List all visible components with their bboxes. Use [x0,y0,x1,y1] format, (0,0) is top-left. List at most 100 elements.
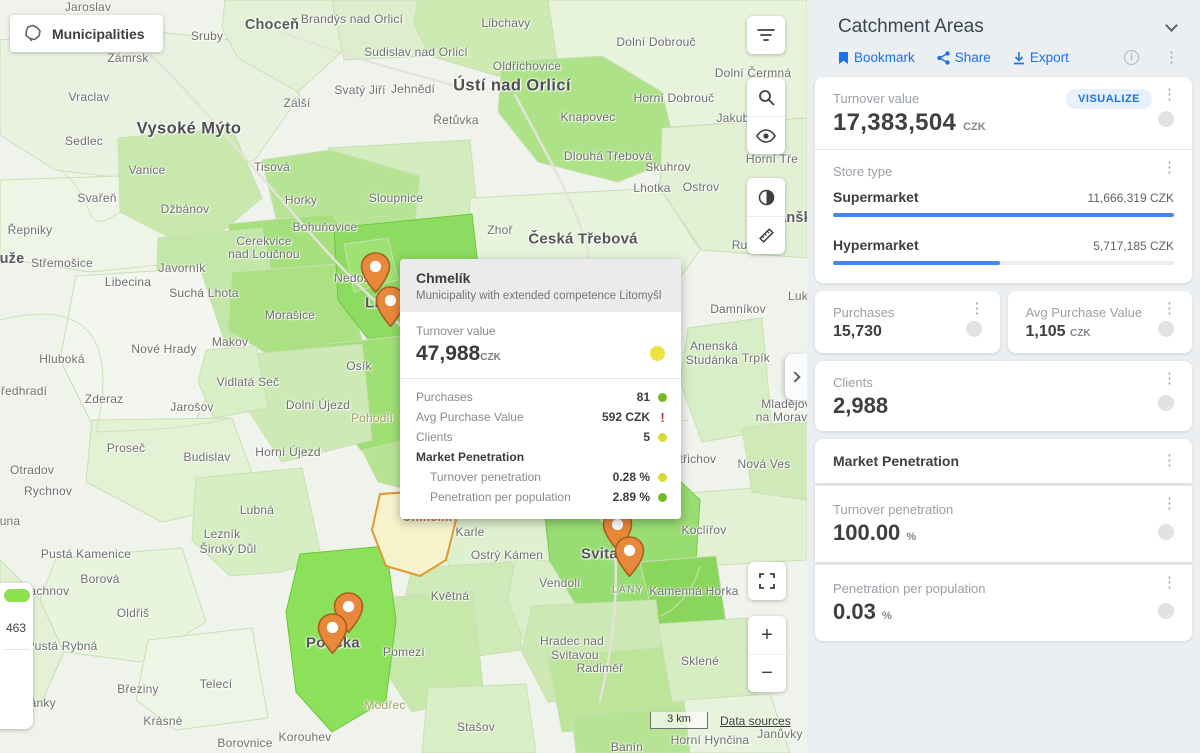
panel-collapse-tab[interactable] [785,354,807,400]
avg-purchase-label: Avg Purchase Value [1026,305,1175,320]
market-penetration-header: Market Penetration ⋮ [815,439,1192,483]
map-toggle-dot[interactable] [1158,321,1174,337]
store-type-row-hypermarket: Hypermarket 5,717,185 CZK [815,231,1192,283]
bookmark-button[interactable]: Bookmark [838,50,915,65]
kebab-menu-icon[interactable]: ⋮ [1159,371,1180,386]
kebab-menu-icon[interactable]: ⋮ [1159,301,1180,316]
chevron-right-icon [789,371,800,382]
zoom-controls: + − [748,616,786,692]
turnover-penetration-row: Turnover penetration 100.00 % ⋮ [815,486,1192,562]
bar-fill [833,213,1174,217]
percent-unit: % [882,610,892,622]
tooltip-turnover-section: Turnover value 47,988CZK [400,312,681,378]
metric-value: 81 [637,390,650,404]
search-button[interactable] [747,78,785,116]
data-sources-link[interactable]: Data sources [720,714,791,728]
export-icon [1013,51,1025,65]
bar-fill [833,261,1000,265]
tooltip-metric-row: Clients5 [416,427,667,447]
map-toggle-dot[interactable] [1158,395,1174,411]
metric-value: 2.89 % [613,490,650,504]
export-button[interactable]: Export [1013,50,1069,65]
status-dot-yellow [650,346,665,361]
metric-value: 592 CZK [602,410,650,424]
filter-icon [757,28,775,42]
divider [4,649,30,650]
bookmark-label: Bookmark [854,50,915,65]
store-type-section: Store type ⋮ [815,150,1192,183]
market-penetration-title: Market Penetration [815,439,1192,483]
tooltip-header: Chmelík Municipality with extended compe… [400,259,681,312]
panel-actions: Bookmark Share Export i ⋮ [807,38,1200,65]
chevron-down-icon[interactable] [1165,19,1178,32]
alert-icon: ! [658,413,667,422]
search-eye-controls [747,78,785,154]
metric-label: Turnover penetration [416,470,613,484]
status-dot-yellow [658,433,667,442]
zoom-out-button[interactable]: − [748,654,786,692]
bookmark-icon [838,51,849,65]
search-icon [758,89,775,106]
measure-button[interactable] [747,216,785,254]
filter-button[interactable] [747,16,785,54]
tooltip-metric-unit: CZK [480,352,501,363]
tooltip-metric-value: 47,988CZK [416,342,665,366]
purchases-label: Purchases [833,305,982,320]
zoom-in-button[interactable]: + [748,616,786,654]
store-name: Hypermarket [833,237,919,253]
visibility-button[interactable] [747,116,785,154]
status-dot-green [658,493,667,502]
map-toggle-dot[interactable] [1158,603,1174,619]
tooltip-metric-label: Turnover value [416,324,665,338]
purchases-value: 15,730 [833,323,982,341]
map-pin[interactable] [614,536,645,577]
tooltip-metric-row: Turnover penetration0.28 % [416,467,667,487]
style-measure-controls [747,178,785,254]
map-canvas[interactable]: JaroslavChoceňBrandýs nad OrlicíLibchavy… [0,0,807,753]
metric-label: Clients [416,430,643,444]
legend-value: 463 [6,621,26,635]
kebab-menu-icon[interactable]: ⋮ [1159,160,1180,175]
contrast-button[interactable] [747,178,785,216]
kebab-menu-icon[interactable]: ⋮ [1159,575,1180,590]
page-title: Catchment Areas [838,16,984,38]
clients-value: 2,988 [833,393,1174,419]
turnover-section: Turnover value 17,383,504 CZK VISUALIZE … [815,77,1192,149]
avg-purchase-section: Avg Purchase Value 1,105 CZK ⋮ [1008,291,1193,353]
avg-purchase-card: Avg Purchase Value 1,105 CZK ⋮ [1008,291,1193,353]
visualize-badge[interactable]: VISUALIZE [1066,89,1152,109]
fullscreen-button[interactable] [748,562,786,600]
tooltip-metric-row: Avg Purchase Value592 CZK! [416,407,667,427]
app-root: JaroslavChoceňBrandýs nad OrlicíLibchavy… [0,0,1200,753]
status-dot-green [658,393,667,402]
side-panel: Catchment Areas Bookmark Share Expo [807,0,1200,753]
map-toggle-dot[interactable] [966,321,982,337]
kebab-menu-icon[interactable]: ⋮ [1159,496,1180,511]
metric-label: Purchases [416,390,637,404]
avg-purchase-value: 1,105 CZK [1026,323,1175,341]
tooltip-metric-row: Penetration per population2.89 % [416,487,667,507]
metric-value: 5 [643,430,650,444]
eye-icon [756,129,776,143]
filter-control [747,16,785,54]
turnover-unit: CZK [963,121,986,133]
kebab-menu-icon[interactable]: ⋮ [1161,50,1182,65]
status-dot-yellow [658,473,667,482]
store-type-label: Store type [833,164,1174,179]
store-name: Supermarket [833,189,919,205]
share-button[interactable]: Share [937,50,991,65]
municipalities-button[interactable]: Municipalities [10,15,163,52]
kebab-menu-icon[interactable]: ⋮ [1159,87,1180,102]
avg-purchase-unit: CZK [1070,328,1091,339]
kebab-menu-icon[interactable]: ⋮ [1159,453,1180,468]
metric-label: Penetration per population [416,490,613,504]
map-tooltip: Chmelík Municipality with extended compe… [400,259,681,519]
panel-header: Catchment Areas [807,0,1200,38]
map-toggle-dot[interactable] [1158,524,1174,540]
turnover-penetration-label: Turnover penetration [833,502,1174,517]
kebab-menu-icon[interactable]: ⋮ [967,301,988,316]
ruler-icon [758,227,775,244]
map-toggle-dot[interactable] [1158,111,1174,127]
map-pin[interactable] [317,613,348,654]
info-icon[interactable]: i [1124,50,1139,65]
